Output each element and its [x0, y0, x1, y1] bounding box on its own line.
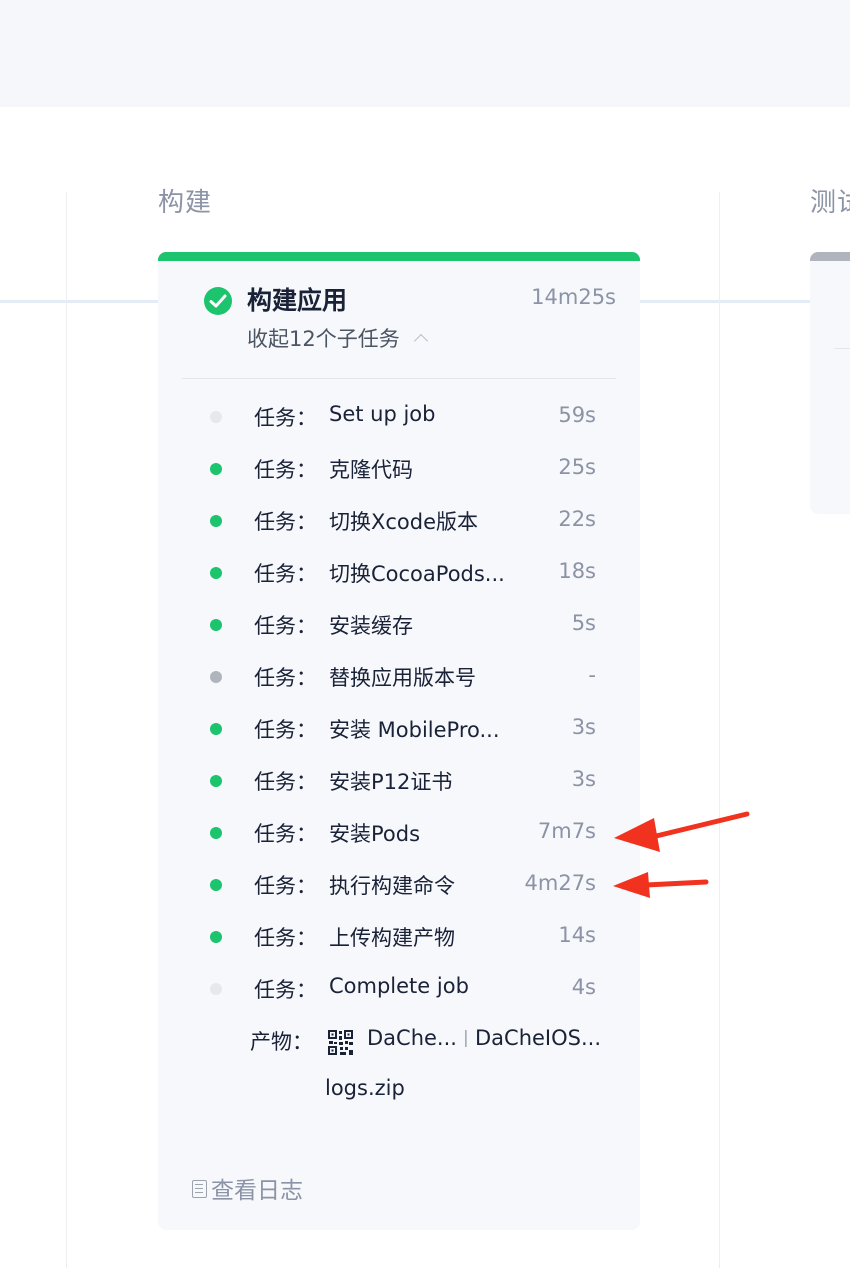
- annotation-arrow-icon: [613, 872, 709, 898]
- artifacts-label: 产物：: [250, 1030, 313, 1054]
- task-row[interactable]: 任务： 替换应用版本号 -: [158, 651, 640, 703]
- task-prefix: 任务：: [254, 822, 317, 846]
- artifact-link[interactable]: logs.zip: [325, 1076, 405, 1100]
- task-list: 任务： Set up job 59s 任务： 克隆代码 25s 任务： 切换Xc…: [158, 391, 640, 1015]
- task-prefix: 任务：: [254, 510, 317, 534]
- top-header-band: [0, 0, 850, 107]
- collapse-subtasks-toggle[interactable]: 收起12个子任务: [247, 323, 428, 353]
- task-name: 上传构建产物: [329, 926, 455, 950]
- stage-title-build: 构建: [158, 188, 213, 218]
- job-status-bar: [158, 252, 640, 261]
- task-duration: 4m27s: [524, 871, 596, 895]
- job-duration: 14m25s: [531, 285, 616, 309]
- status-dot-icon: [210, 567, 222, 579]
- task-prefix: 任务：: [254, 406, 317, 430]
- task-prefix: 任务：: [254, 718, 317, 742]
- job-card: 构建应用 14m25s 收起12个子任务 任务： Set up job 59s …: [158, 252, 640, 1230]
- task-name: 切换CocoaPods...: [329, 562, 505, 586]
- chevron-up-icon: [413, 333, 428, 349]
- status-dot-icon: [210, 775, 222, 787]
- artifact-link[interactable]: DaChe...: [367, 1026, 457, 1050]
- task-row[interactable]: 任务： Set up job 59s: [158, 391, 640, 443]
- task-duration: 18s: [558, 559, 596, 583]
- task-name: 执行构建命令: [329, 874, 455, 898]
- task-duration: 25s: [558, 455, 596, 479]
- pipeline-connector-left: [0, 300, 158, 303]
- view-logs-button[interactable]: 查看日志: [192, 1171, 303, 1205]
- task-duration: 5s: [571, 611, 596, 635]
- task-row[interactable]: 任务： 克隆代码 25s: [158, 443, 640, 495]
- task-duration: 4s: [571, 975, 596, 999]
- status-dot-icon: [210, 671, 222, 683]
- task-row[interactable]: 任务： 安装缓存 5s: [158, 599, 640, 651]
- stage-divider-left: [66, 192, 67, 1268]
- task-row[interactable]: 任务： 切换Xcode版本 22s: [158, 495, 640, 547]
- task-row[interactable]: 任务： Complete job 4s: [158, 963, 640, 1015]
- task-name: 安装P12证书: [329, 770, 453, 794]
- check-circle-icon: [204, 287, 232, 315]
- task-prefix: 任务：: [254, 562, 317, 586]
- status-dot-icon: [210, 515, 222, 527]
- task-name: 克隆代码: [329, 458, 413, 482]
- status-dot-icon: [210, 879, 222, 891]
- task-row[interactable]: 任务： 执行构建命令 4m27s: [158, 859, 640, 911]
- collapse-subtasks-label: 收起12个子任务: [247, 327, 400, 351]
- task-duration: 7m7s: [537, 819, 596, 843]
- header-separator: [182, 378, 616, 379]
- task-name: 安装缓存: [329, 614, 413, 638]
- task-prefix: 任务：: [254, 770, 317, 794]
- task-row[interactable]: 任务： 切换CocoaPods... 18s: [158, 547, 640, 599]
- task-name: Complete job: [329, 974, 469, 998]
- status-dot-icon: [210, 827, 222, 839]
- task-name: 替换应用版本号: [329, 666, 476, 690]
- task-row[interactable]: 任务： 上传构建产物 14s: [158, 911, 640, 963]
- task-duration: 3s: [571, 715, 596, 739]
- job-title[interactable]: 构建应用: [247, 281, 347, 317]
- status-dot-icon: [210, 983, 222, 995]
- status-dot-icon: [210, 723, 222, 735]
- document-icon: [192, 1180, 207, 1198]
- task-prefix: 任务：: [254, 614, 317, 638]
- task-name: 安装Pods: [329, 822, 421, 846]
- task-row[interactable]: 任务： 安装 MobilePro... 3s: [158, 703, 640, 755]
- task-name: 切换Xcode版本: [329, 510, 479, 534]
- status-dot-icon: [210, 411, 222, 423]
- task-name: 安装 MobilePro...: [329, 718, 500, 742]
- task-prefix: 任务：: [254, 874, 317, 898]
- task-prefix: 任务：: [254, 978, 317, 1002]
- next-stage-card[interactable]: [810, 252, 850, 514]
- next-stage-status-bar: [810, 252, 850, 261]
- task-duration: 22s: [558, 507, 596, 531]
- artifact-link[interactable]: DaCheIOS...: [475, 1026, 601, 1050]
- task-prefix: 任务：: [254, 458, 317, 482]
- status-dot-icon: [210, 619, 222, 631]
- task-row[interactable]: 任务： 安装Pods 7m7s: [158, 807, 640, 859]
- task-duration: -: [588, 663, 596, 687]
- qr-code-icon[interactable]: [328, 1030, 353, 1055]
- status-dot-icon: [210, 931, 222, 943]
- stage-divider-right: [719, 192, 720, 1268]
- annotation-arrow-icon: [614, 811, 750, 852]
- task-duration: 3s: [571, 767, 596, 791]
- task-prefix: 任务：: [254, 926, 317, 950]
- task-duration: 59s: [558, 403, 596, 427]
- view-logs-label: 查看日志: [211, 1178, 303, 1204]
- artifact-separator: |: [463, 1028, 469, 1048]
- next-stage-separator: [834, 348, 850, 349]
- task-row[interactable]: 任务： 安装P12证书 3s: [158, 755, 640, 807]
- stage-title-test: 测试: [810, 188, 850, 218]
- status-dot-icon: [210, 463, 222, 475]
- task-duration: 14s: [558, 923, 596, 947]
- pipeline-connector-right: [640, 300, 810, 303]
- task-name: Set up job: [329, 402, 436, 426]
- task-prefix: 任务：: [254, 666, 317, 690]
